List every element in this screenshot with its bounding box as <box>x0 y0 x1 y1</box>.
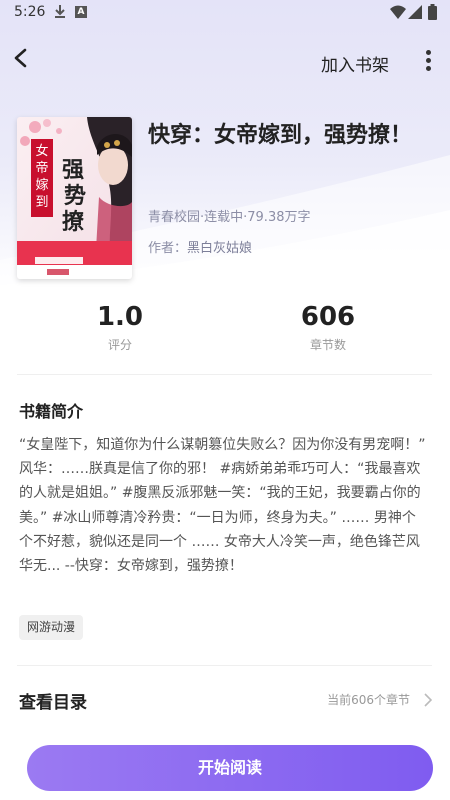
view-catalog-label: 查看目录 <box>19 693 87 713</box>
chapter-count-value: 606 <box>300 302 356 332</box>
battery-icon <box>428 4 437 20</box>
svg-text:强: 强 <box>62 157 84 183</box>
rating-stat: 1.0 评分 <box>60 300 180 353</box>
book-meta: 青春校园·连载中·79.38万字 <box>148 210 311 225</box>
rating-label: 评分 <box>107 338 132 352</box>
start-reading-button[interactable]: 开始阅读 <box>27 745 433 791</box>
wifi-icon <box>390 5 406 19</box>
svg-text:势: 势 <box>64 183 86 209</box>
app-notification-icon: A <box>75 6 87 18</box>
intro-text: “女皇陛下，知道你为什么谋朝篡位失败么？因为你没有男宠啊！” 风华：……朕真是信… <box>19 437 426 575</box>
status-time: 5:26 <box>14 4 46 20</box>
divider <box>17 374 432 375</box>
chevron-right-icon <box>424 693 432 707</box>
svg-text:撩: 撩 <box>62 209 85 235</box>
back-arrow-icon[interactable] <box>8 44 34 72</box>
book-cover-art: 女 帝 嫁 到 强 势 撩 <box>17 117 132 279</box>
signal-icon <box>408 5 422 19</box>
svg-text:嫁: 嫁 <box>35 178 48 193</box>
svg-text:帝: 帝 <box>35 160 48 176</box>
genre-tag[interactable]: 网游动漫 <box>19 615 84 640</box>
download-icon <box>55 5 65 18</box>
status-bar: 5:26 A <box>0 0 450 26</box>
rating-value: 1.0 <box>96 302 144 332</box>
more-options-icon[interactable] <box>420 48 436 74</box>
book-title: 快穿：女帝嫁到，强势撩！ <box>148 123 413 148</box>
current-chapters-text: 当前606个章节 <box>327 693 410 707</box>
svg-text:女: 女 <box>35 143 48 159</box>
author-name[interactable]: 黑白灰姑娘 <box>187 241 252 256</box>
book-cover: 女 帝 嫁 到 强 势 撩 <box>17 117 132 279</box>
author-label: 作者： <box>148 241 188 256</box>
view-catalog-row[interactable]: 查看目录 当前606个章节 <box>0 676 450 720</box>
author-row: 作者：黑白灰姑娘 <box>148 237 252 256</box>
chapter-count-stat: 606 章节数 <box>268 300 388 353</box>
divider <box>17 665 432 666</box>
chapter-count-label: 章节数 <box>309 338 346 352</box>
add-to-shelf-button[interactable]: 加入书架 <box>321 51 389 76</box>
intro-heading: 书籍简介 <box>19 402 84 421</box>
svg-text:到: 到 <box>35 195 48 210</box>
